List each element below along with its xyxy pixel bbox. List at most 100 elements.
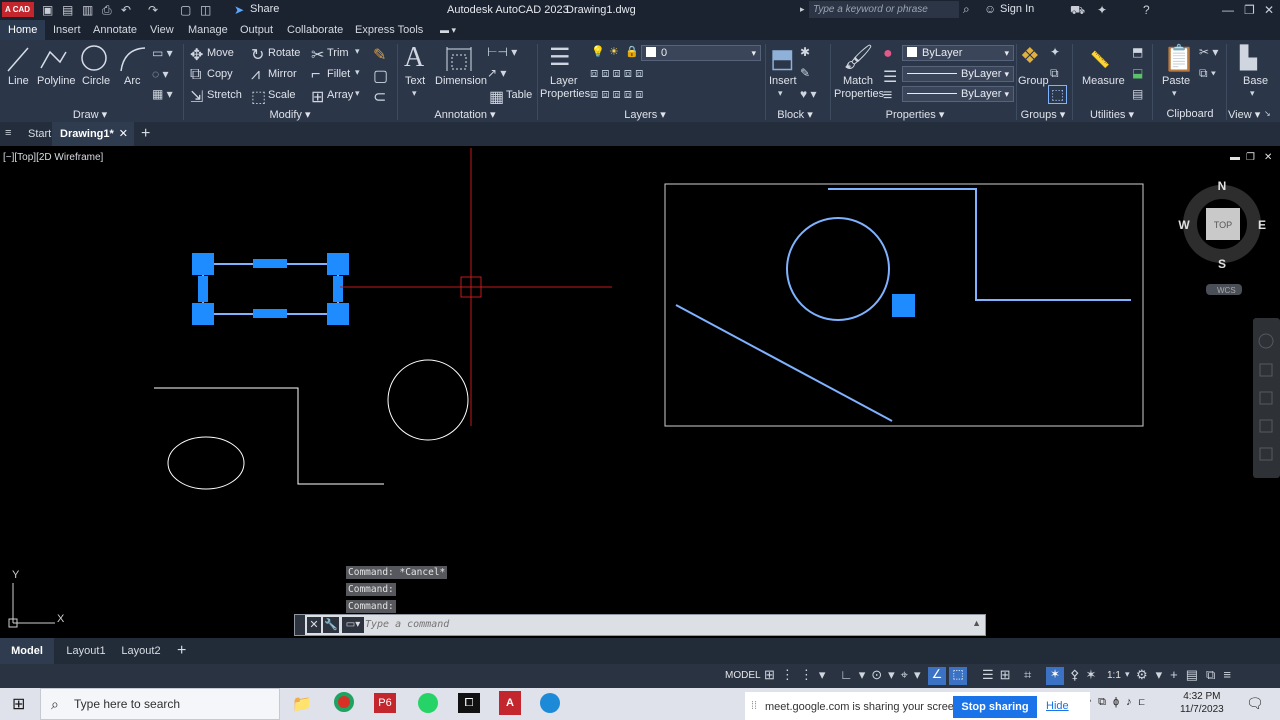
tab-layout1[interactable]: Layout1 bbox=[62, 638, 110, 664]
open-folder-icon[interactable]: ▣ bbox=[42, 3, 53, 17]
fillet-button[interactable]: Fillet bbox=[327, 68, 350, 80]
text-icon[interactable]: A bbox=[404, 42, 424, 74]
polyline-icon[interactable] bbox=[38, 44, 68, 74]
drag-handle-icon[interactable]: ⁞⁞ bbox=[751, 700, 757, 712]
p6-app-icon[interactable]: P6 bbox=[374, 693, 396, 713]
match-properties-label-2[interactable]: Properties bbox=[834, 88, 884, 100]
command-expand-icon[interactable]: ▲ bbox=[972, 618, 981, 628]
expand-arrow-icon[interactable]: ▸ bbox=[800, 4, 805, 15]
share-view-icon[interactable]: ▢ bbox=[180, 3, 191, 17]
lineweight-dropdown[interactable]: ByLayer ▾ bbox=[902, 86, 1014, 102]
insert-block-icon[interactable]: ⬒ bbox=[770, 43, 795, 74]
tab-drawing1[interactable]: Drawing1* ✕ bbox=[52, 122, 134, 146]
taskbar-search-input[interactable]: ⌕ Type here to search bbox=[40, 688, 280, 720]
chrome-icon[interactable] bbox=[334, 692, 354, 712]
selection-cycling-icon[interactable]: ⌗ bbox=[1024, 667, 1031, 683]
ortho-polar-icons[interactable]: ∟▾⊙▾⌖▾ bbox=[840, 667, 927, 683]
block-panel-label[interactable]: Block ▾ bbox=[770, 108, 820, 122]
tab-output[interactable]: Output bbox=[240, 20, 273, 40]
erase-icon[interactable]: ✎ bbox=[373, 45, 386, 65]
insert-button[interactable]: Insert bbox=[769, 75, 797, 87]
undo-icon[interactable]: ↶ bbox=[121, 3, 131, 17]
line-button[interactable]: Line bbox=[8, 75, 29, 87]
match-properties-icon[interactable]: 🖌 bbox=[843, 43, 873, 72]
view-panel-label[interactable]: View ▾ bbox=[1228, 108, 1260, 122]
circle-button[interactable]: Circle bbox=[82, 75, 110, 87]
taskbar-clock[interactable]: 4:32 PM 11/7/2023 bbox=[1180, 690, 1224, 716]
command-grip-handle[interactable] bbox=[295, 615, 305, 635]
otrack-icon[interactable]: ⬚ bbox=[949, 667, 967, 685]
share-button[interactable]: Share bbox=[250, 3, 279, 15]
layer-dropdown[interactable]: 0 ▾ bbox=[641, 45, 761, 61]
help-exchange-icon[interactable]: ✦ bbox=[1097, 3, 1107, 17]
panel-toggle-icon[interactable]: ▬ ▾ bbox=[440, 20, 456, 40]
rectangle-icon[interactable]: ▭ ▾ bbox=[152, 46, 173, 60]
annotation-panel-label[interactable]: Annotation ▾ bbox=[430, 108, 500, 122]
dimension-button[interactable]: Dimension bbox=[435, 75, 487, 87]
gradient-icon[interactable]: ▦ ▾ bbox=[152, 87, 173, 101]
table-button[interactable]: Table bbox=[506, 89, 532, 101]
recent-commands-icon[interactable]: ▭▾ bbox=[342, 617, 364, 633]
clipboard-panel-label[interactable]: Clipboard bbox=[1160, 108, 1220, 122]
circle-icon[interactable] bbox=[80, 44, 110, 74]
lock-icon[interactable]: 🔒 bbox=[625, 45, 639, 58]
explode-icon[interactable]: ▢ bbox=[373, 66, 388, 86]
tab-insert[interactable]: Insert bbox=[53, 20, 81, 40]
id-point-icon[interactable]: ⬓ bbox=[1132, 66, 1143, 80]
copy-button[interactable]: Copy bbox=[207, 68, 233, 80]
polyline-button[interactable]: Polyline bbox=[37, 75, 76, 87]
grid-snap-icons[interactable]: ⊞⋮⋮▾ bbox=[764, 667, 831, 683]
ribbon-launcher-icon[interactable]: ↘ bbox=[1264, 109, 1271, 118]
whatsapp-icon[interactable] bbox=[418, 693, 438, 713]
tab-layout2[interactable]: Layout2 bbox=[117, 638, 165, 664]
stretch-button[interactable]: Stretch bbox=[207, 89, 242, 101]
annotation-scale-icons[interactable]: ⚴✶ bbox=[1070, 667, 1102, 683]
restore-icon[interactable]: ❐ bbox=[1244, 3, 1255, 17]
help-search-input[interactable]: Type a keyword or phrase bbox=[809, 1, 959, 18]
ungroup-icon[interactable]: ✦ bbox=[1050, 45, 1060, 59]
measure-button[interactable]: Measure bbox=[1082, 75, 1125, 87]
utilities-panel-label[interactable]: Utilities ▾ bbox=[1082, 108, 1142, 122]
layer-properties-label[interactable]: Layer bbox=[550, 75, 578, 87]
stop-sharing-button[interactable]: Stop sharing bbox=[953, 696, 1037, 718]
edit-block-icon[interactable]: ✎ bbox=[800, 66, 810, 80]
base-button[interactable]: Base bbox=[1243, 75, 1268, 87]
mirror-button[interactable]: Mirror bbox=[268, 68, 297, 80]
draw-panel-label[interactable]: Draw ▾ bbox=[60, 108, 120, 122]
sun-icon[interactable]: ☀ bbox=[609, 45, 619, 58]
trusted-icon[interactable]: ◫ bbox=[200, 3, 211, 17]
edge-icon[interactable] bbox=[540, 693, 560, 713]
measure-icon[interactable]: 📏 bbox=[1090, 50, 1110, 70]
drawing-viewport[interactable]: [−][Top][2D Wireframe] ▬ ❐ ✕ TOP N S E W… bbox=[0, 146, 1280, 636]
customize-icon[interactable]: 🔧 bbox=[323, 617, 339, 633]
modify-panel-label[interactable]: Modify ▾ bbox=[260, 108, 320, 122]
create-block-icon[interactable]: ✱ bbox=[800, 45, 810, 59]
annotation-scale-dropdown-icon[interactable]: ▾ bbox=[1125, 669, 1130, 680]
text-dropdown-icon[interactable]: ▾ bbox=[412, 88, 417, 99]
autocad-logo[interactable]: A CAD bbox=[2, 2, 34, 17]
scale-button[interactable]: Scale bbox=[268, 89, 296, 101]
match-properties-label[interactable]: Match bbox=[843, 75, 873, 87]
layer-tools-row2-icons[interactable]: ⧈⧈⧈⧈⧈ bbox=[590, 86, 646, 102]
dimension-icon[interactable] bbox=[444, 45, 474, 73]
share-icon[interactable]: ➤ bbox=[234, 3, 244, 17]
array-dropdown-icon[interactable]: ▾ bbox=[355, 88, 360, 99]
add-layout-icon[interactable]: + bbox=[177, 638, 186, 664]
close-command-icon[interactable]: ✕ bbox=[307, 617, 321, 633]
annotation-visibility-icon[interactable]: ✶ bbox=[1046, 667, 1064, 685]
annotation-scale-value[interactable]: 1:1 bbox=[1107, 670, 1121, 681]
layer-tools-row1-icons[interactable]: ⧈⧈⧈⧈⧈ bbox=[590, 65, 646, 81]
base-view-icon[interactable]: ▙ bbox=[1240, 45, 1257, 71]
insert-dropdown-icon[interactable]: ▾ bbox=[778, 88, 783, 99]
tab-model[interactable]: Model bbox=[0, 638, 54, 664]
trim-button[interactable]: Trim bbox=[327, 47, 349, 59]
selected-rectangle[interactable] bbox=[192, 253, 349, 325]
layer-properties-label-2[interactable]: Properties bbox=[540, 88, 590, 100]
tab-home[interactable]: Home bbox=[0, 20, 46, 40]
close-icon[interactable]: ✕ bbox=[1264, 3, 1274, 17]
properties-panel-label[interactable]: Properties ▾ bbox=[880, 108, 950, 122]
tab-manage[interactable]: Manage bbox=[188, 20, 228, 40]
paste-dropdown-icon[interactable]: ▾ bbox=[1172, 88, 1177, 99]
move-button[interactable]: Move bbox=[207, 47, 234, 59]
group-selection-icon[interactable]: ⬚ bbox=[1048, 85, 1068, 104]
